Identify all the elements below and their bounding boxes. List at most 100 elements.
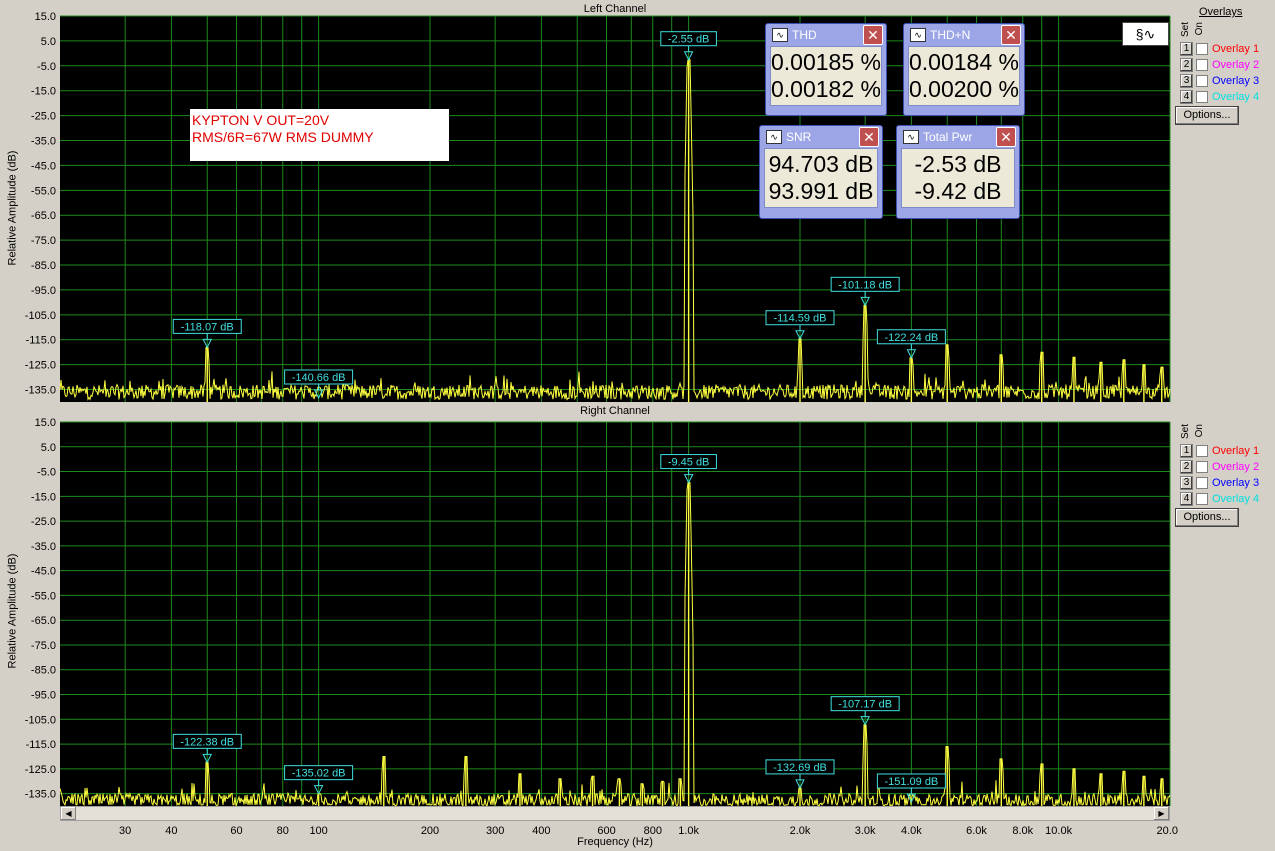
overlay-label: Overlay 1	[1212, 42, 1260, 55]
overlay-set-button[interactable]: 1	[1180, 443, 1193, 458]
snr-title: SNR	[786, 130, 812, 144]
overlay-label: Overlay 3	[1212, 74, 1260, 87]
overlay-label: Overlay 1	[1212, 444, 1260, 457]
overlay-set-button[interactable]: 2	[1180, 459, 1193, 474]
overlay-checkbox[interactable]	[1196, 58, 1208, 71]
on-column-label: On	[1194, 424, 1205, 438]
thdn-meter[interactable]: ∿ THD+N ✕ 0.00184 % 0.00200 %	[903, 23, 1025, 116]
y-tick-label: 5.0	[41, 36, 56, 48]
x-tick-label: 4.0k	[901, 825, 922, 834]
snr-value-1: 94.703 dB	[768, 151, 874, 177]
x-tick-label: 1.0k	[678, 825, 699, 834]
horizontal-scrollbar[interactable]: ◀ ▶	[60, 806, 1170, 821]
y-tick-label: -95.0	[31, 690, 56, 702]
overlay-row[interactable]: 1 Overlay 1	[1180, 41, 1259, 56]
thd-title: THD	[792, 28, 817, 42]
overlay-row[interactable]: 3 Overlay 3	[1180, 73, 1259, 88]
y-tick-label: -25.0	[31, 516, 56, 528]
overlay-set-button[interactable]: 3	[1180, 475, 1193, 490]
x-tick-label: 800	[644, 825, 662, 834]
y-tick-label: -115.0	[26, 739, 56, 751]
x-tick-label: 80	[277, 825, 289, 834]
thd-meter[interactable]: ∿ THD ✕ 0.00185 % 0.00182 %	[765, 23, 887, 116]
note-line-1: KYPTON V OUT=20V	[192, 112, 330, 128]
x-tick-label: 300	[486, 825, 504, 834]
overlay-row[interactable]: 2 Overlay 2	[1180, 459, 1259, 474]
close-icon[interactable]: ✕	[996, 127, 1016, 147]
y-tick-label: -25.0	[31, 111, 56, 123]
thd-value-2: 0.00182 %	[771, 76, 881, 102]
close-icon[interactable]: ✕	[859, 127, 879, 147]
on-column-label: On	[1194, 22, 1205, 36]
overlay-row[interactable]: 4 Overlay 4	[1180, 89, 1259, 104]
marker-label: -122.38 dB	[180, 736, 234, 748]
y-tick-label: -35.0	[31, 541, 56, 553]
thd-value-1: 0.00185 %	[771, 49, 881, 75]
options-button[interactable]: Options...	[1175, 508, 1239, 527]
overlay-row[interactable]: 2 Overlay 2	[1180, 57, 1259, 72]
overlay-set-button[interactable]: 4	[1180, 89, 1193, 104]
overlay-label: Overlay 4	[1212, 90, 1260, 103]
y-tick-label: -135.0	[25, 789, 56, 801]
overlay-set-button[interactable]: 2	[1180, 57, 1193, 72]
scroll-right-icon[interactable]: ▶	[1154, 807, 1169, 820]
set-column-label: Set	[1180, 22, 1191, 38]
right-channel-plot[interactable]: 15.0 5.0 -5.0 -15.0 -25.0 -35.0 -45.0 -55.0 -65.…	[0, 402, 1178, 834]
set-column-label: Set	[1180, 424, 1191, 440]
x-tick-label: 2.0k	[790, 825, 811, 834]
y-tick-label: -55.0	[31, 590, 56, 602]
y-tick-label: -85.0	[31, 260, 56, 272]
x-tick-label: 6.0k	[966, 825, 987, 834]
marker-label: -114.59 dB	[773, 313, 826, 325]
overlay-checkbox[interactable]	[1196, 492, 1208, 505]
y-tick-label: -45.0	[31, 566, 56, 578]
x-tick-label: 100	[309, 825, 327, 834]
overlay-set-button[interactable]: 1	[1180, 41, 1193, 56]
y-tick-label: -65.0	[31, 210, 56, 222]
overlay-checkbox[interactable]	[1196, 42, 1208, 55]
marker-label: -118.07 dB	[181, 321, 234, 333]
generator-sine-icon[interactable]: §∿	[1122, 22, 1169, 46]
overlay-checkbox[interactable]	[1196, 90, 1208, 103]
x-tick-label: 8.0k	[1012, 825, 1033, 834]
overlay-row[interactable]: 3 Overlay 3	[1180, 475, 1259, 490]
overlay-set-button[interactable]: 3	[1180, 73, 1193, 88]
overlay-set-button[interactable]: 4	[1180, 491, 1193, 506]
overlay-checkbox[interactable]	[1196, 460, 1208, 473]
options-button[interactable]: Options...	[1175, 106, 1239, 125]
x-tick-label: 10.0k	[1045, 825, 1072, 834]
scroll-left-icon[interactable]: ◀	[61, 807, 76, 820]
x-axis-label: Frequency (Hz)	[577, 836, 653, 848]
overlay-row[interactable]: 1 Overlay 1	[1180, 443, 1259, 458]
marker-label: -132.69 dB	[773, 762, 827, 774]
total-pwr-value-2: -9.42 dB	[914, 178, 1002, 204]
y-tick-label: -35.0	[31, 136, 56, 148]
total-pwr-meter[interactable]: ∿ Total Pwr ✕ -2.53 dB -9.42 dB	[896, 125, 1020, 219]
marker-label: -122.24 dB	[884, 332, 938, 344]
y-tick-label: -5.0	[37, 61, 56, 73]
total-pwr-value-1: -2.53 dB	[914, 151, 1002, 177]
x-tick-label: 40	[165, 825, 177, 834]
note-line-2: RMS/6R=67W RMS DUMMY	[192, 129, 374, 145]
close-icon[interactable]: ✕	[863, 25, 883, 45]
x-tick-label: 200	[421, 825, 439, 834]
overlay-label: Overlay 4	[1212, 492, 1260, 505]
x-tick-label: 20.0k	[1157, 825, 1178, 834]
overlay-checkbox[interactable]	[1196, 444, 1208, 457]
annotation-note: KYPTON V OUT=20V RMS/6R=67W RMS DUMMY	[190, 109, 449, 161]
y-tick-label: -125.0	[25, 764, 56, 776]
snr-value-2: 93.991 dB	[768, 178, 874, 204]
overlay-checkbox[interactable]	[1196, 74, 1208, 87]
marker-label: -101.18 dB	[838, 279, 892, 291]
y-tick-label: -105.0	[25, 714, 56, 726]
overlay-label: Overlay 3	[1212, 476, 1260, 489]
marker-label: -2.55 dB	[668, 34, 710, 46]
y-tick-label: -125.0	[25, 360, 56, 372]
y-tick-label: -105.0	[25, 310, 56, 322]
snr-meter[interactable]: ∿ SNR ✕ 94.703 dB 93.991 dB	[759, 125, 883, 219]
close-icon[interactable]: ✕	[1001, 25, 1021, 45]
y-tick-label: 5.0	[41, 442, 56, 454]
overlay-checkbox[interactable]	[1196, 476, 1208, 489]
overlay-row[interactable]: 4 Overlay 4	[1180, 491, 1259, 506]
overlays-header: Overlays	[1199, 6, 1243, 18]
